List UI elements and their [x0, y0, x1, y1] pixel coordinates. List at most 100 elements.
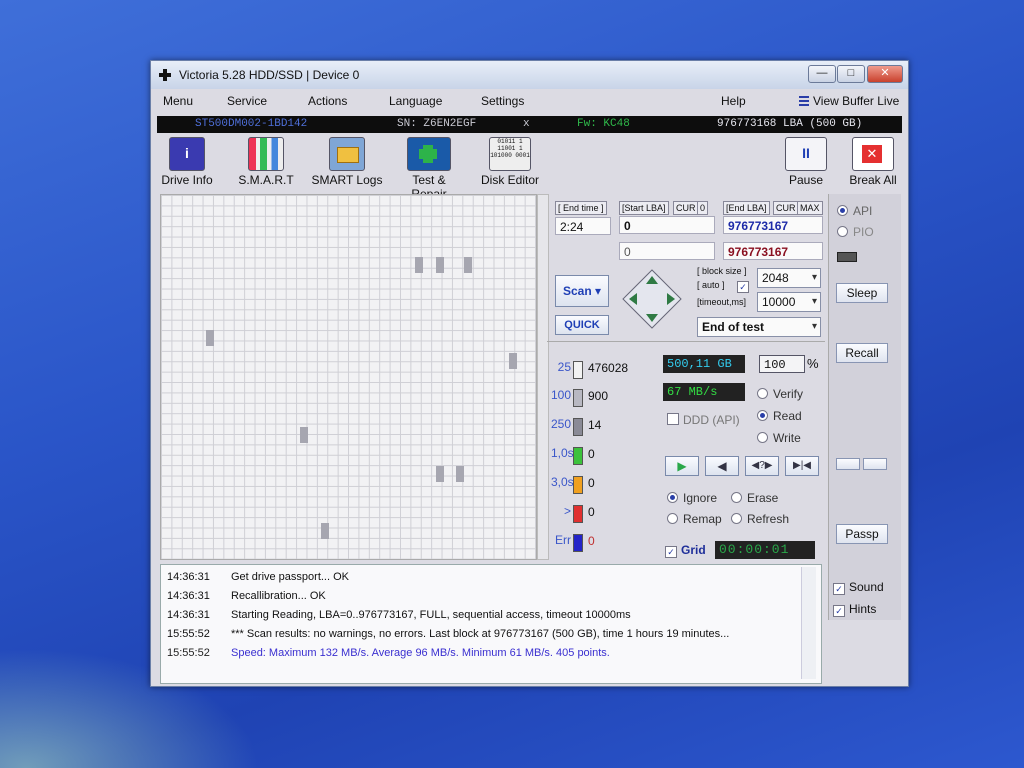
action-refresh-radio[interactable]: Refresh — [731, 512, 789, 526]
legend-label: 250 — [551, 417, 572, 431]
legend-swatch — [573, 389, 583, 407]
victoria-cross-icon — [159, 69, 171, 81]
passport-button[interactable]: Passp — [836, 524, 888, 544]
slow-block — [456, 466, 464, 482]
timer-display: 00:00:01 — [715, 541, 815, 559]
drive-info-icon: i — [169, 137, 205, 171]
pause-icon: II — [785, 137, 827, 171]
play-button[interactable]: ▶ — [665, 456, 699, 476]
auto-checkbox[interactable]: ✓ — [737, 278, 753, 293]
end-cur-button[interactable]: CUR — [773, 201, 799, 215]
small-button-left[interactable] — [836, 458, 860, 470]
right-sidebar: API PIO Sleep Recall Passp ✓ Sound ✓ Hints — [828, 194, 901, 620]
ddd-api-checkbox[interactable]: DDD (API) — [667, 413, 740, 427]
disk-editor-button[interactable]: 01011 1 11001 1 101000 0001 Disk Editor — [479, 137, 541, 187]
minimize-button[interactable]: — — [808, 65, 836, 83]
legend-swatch — [573, 505, 583, 523]
legend-count: 0 — [588, 447, 595, 461]
smart-logs-button[interactable]: SMART Logs — [311, 137, 383, 187]
smart-logs-label: SMART Logs — [311, 173, 383, 187]
back-button[interactable]: ◀ — [705, 456, 739, 476]
action-erase-radio[interactable]: Erase — [731, 491, 778, 505]
end-lba-field-2[interactable]: 976773167 — [723, 242, 823, 260]
hints-label: Hints — [849, 602, 877, 616]
view-buffer-live-button[interactable]: View Buffer Live — [799, 94, 899, 108]
drive-info-button[interactable]: i Drive Info — [157, 137, 217, 187]
legend-count: 14 — [588, 418, 602, 432]
mode-read-radio[interactable]: Read — [757, 409, 802, 423]
smart-button[interactable]: S.M.A.R.T — [235, 137, 297, 187]
menu-menu[interactable]: Menu — [163, 94, 193, 108]
grid-checkbox[interactable]: ✓ Grid — [665, 543, 706, 558]
menu-actions[interactable]: Actions — [308, 94, 347, 108]
small-button-right[interactable] — [863, 458, 887, 470]
drive-model: ST500DM002-1BD142 — [195, 118, 308, 130]
end-mode-select[interactable]: End of test — [697, 317, 821, 337]
menu-settings[interactable]: Settings — [481, 94, 524, 108]
pio-radio[interactable]: PIO — [837, 225, 874, 239]
list-icon — [799, 96, 809, 106]
log-time: 15:55:52 — [167, 647, 210, 659]
title-bar[interactable]: Victoria 5.28 HDD/SSD | Device 0 — □ ✕ — [151, 61, 908, 89]
scan-button[interactable]: Scan ▾ — [555, 275, 609, 307]
pause-button[interactable]: II Pause — [781, 137, 831, 187]
view-buffer-live-label: View Buffer Live — [813, 94, 900, 108]
jump-end-button[interactable]: ▶|◀ — [785, 456, 819, 476]
log-message: Recallibration... OK — [231, 590, 326, 602]
end-max-button[interactable]: MAX — [797, 201, 823, 215]
skip-end-icon: ▶|◀ — [793, 460, 811, 471]
legend-swatch — [573, 418, 583, 436]
action-remap-radio[interactable]: Remap — [667, 512, 722, 526]
remap-label: Remap — [683, 512, 722, 526]
slow-block — [321, 523, 329, 539]
legend-count: 0 — [588, 476, 595, 490]
log-time: 14:36:31 — [167, 590, 210, 602]
refresh-label: Refresh — [747, 512, 790, 526]
start-lba-field[interactable]: 0 — [619, 216, 715, 234]
log-time: 14:36:31 — [167, 609, 210, 621]
seek-icon: ◀?▶ — [751, 460, 773, 471]
folder-icon — [329, 137, 365, 171]
start-lba-field-2[interactable]: 0 — [619, 242, 715, 260]
mode-write-radio[interactable]: Write — [757, 431, 801, 445]
check-icon: ✓ — [665, 546, 677, 558]
end-time-field[interactable]: 2:24 — [555, 217, 611, 235]
start-cur-button[interactable]: CUR — [673, 201, 699, 215]
legend-label: > — [563, 504, 571, 518]
play-icon: ▶ — [677, 459, 687, 473]
legend-count: 476028 — [588, 361, 629, 375]
size-display: 500,11 GB — [663, 355, 745, 373]
grid-scrollbar[interactable] — [537, 194, 549, 560]
log-scrollbar[interactable] — [801, 567, 816, 679]
menu-service[interactable]: Service — [227, 94, 267, 108]
end-time-label: [ End time ] — [555, 201, 607, 215]
maximize-button[interactable]: □ — [837, 65, 865, 83]
rewind-icon: ◀ — [717, 459, 727, 473]
close-button[interactable]: ✕ — [867, 65, 903, 83]
scan-label: Scan — [562, 284, 592, 298]
block-size-select[interactable]: 2048 — [757, 268, 821, 288]
mode-verify-radio[interactable]: Verify — [757, 387, 803, 401]
api-label: API — [853, 204, 873, 218]
menu-language[interactable]: Language — [389, 94, 442, 108]
action-ignore-radio[interactable]: Ignore — [667, 491, 717, 505]
api-radio[interactable]: API — [837, 204, 872, 218]
end-lba-field[interactable]: 976773167 — [723, 216, 823, 234]
menu-help[interactable]: Help — [721, 94, 746, 108]
test-repair-button[interactable]: Test & Repair — [393, 137, 465, 201]
start-zero-button[interactable]: 0 — [697, 201, 709, 215]
radio-dot — [757, 432, 768, 443]
sleep-button[interactable]: Sleep — [836, 283, 888, 303]
ignore-label: Ignore — [683, 491, 718, 505]
event-log: 14:36:31 Get drive passport... OK 14:36:3… — [160, 564, 822, 684]
quick-button[interactable]: QUICK — [555, 315, 609, 335]
pause-label: Pause — [788, 173, 824, 187]
smart-bars-icon — [248, 137, 284, 171]
recall-button[interactable]: Recall — [836, 343, 888, 363]
seek-button[interactable]: ◀?▶ — [745, 456, 779, 476]
hints-checkbox[interactable]: ✓ Hints — [833, 602, 876, 617]
break-all-button[interactable]: ✕ Break All — [845, 137, 901, 187]
timeout-select[interactable]: 10000 — [757, 292, 821, 312]
sound-checkbox[interactable]: ✓ Sound — [833, 580, 884, 595]
direction-pad[interactable] — [621, 268, 683, 330]
